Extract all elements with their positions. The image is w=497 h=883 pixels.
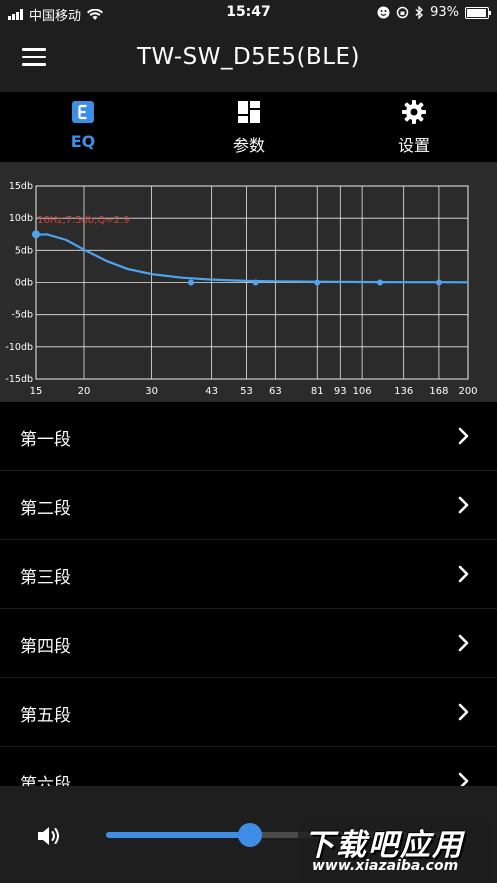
eq-chart[interactable]: 15db 10db 5db 0db -5db -10db -15db 15 20 30 43 53 63… xyxy=(0,162,497,402)
battery-percent: 93% xyxy=(430,5,459,20)
eq-band-point xyxy=(314,279,321,286)
volume-slider-thumb[interactable] xyxy=(238,823,262,847)
eq-chart-plot[interactable]: 15db 10db 5db 0db -5db -10db -15db15 20 30 43 53 63… xyxy=(0,162,497,402)
gear-icon xyxy=(402,100,426,124)
band-row-label: 第二段 xyxy=(20,499,71,519)
watermark-url: www.xiazaiba.com xyxy=(312,858,459,874)
status-right: 93% xyxy=(377,5,491,20)
y-tick-label: -10db xyxy=(5,342,33,353)
x-tick-label: 200 xyxy=(458,386,477,397)
eq-band-point xyxy=(252,279,259,286)
band-annotation: 16Hz,7.5db,Q=2.9 xyxy=(37,215,130,226)
x-tick-label: 53 xyxy=(240,386,253,397)
speaker-icon[interactable] xyxy=(36,824,62,848)
x-tick-label: 81 xyxy=(311,386,324,397)
x-tick-label: 15 xyxy=(30,386,43,397)
eq-band-point xyxy=(32,230,40,239)
band-row-label: 第五段 xyxy=(20,706,71,726)
band-row[interactable]: 第四段 xyxy=(0,609,497,678)
chevron-right-icon xyxy=(458,634,469,652)
y-tick-label: 10db xyxy=(9,213,33,224)
tab-params[interactable]: 参数 xyxy=(166,92,332,162)
band-row-label: 第四段 xyxy=(20,637,71,657)
tab-bar: EQ 参数 设置 xyxy=(0,92,497,162)
band-row-label: 第三段 xyxy=(20,568,71,588)
band-row[interactable]: 第一段 xyxy=(0,402,497,471)
eq-band-point xyxy=(377,279,384,286)
chevron-right-icon xyxy=(458,565,469,583)
band-row[interactable]: 第二段 xyxy=(0,471,497,540)
chevron-right-icon xyxy=(458,427,469,445)
band-row[interactable]: 第三段 xyxy=(0,540,497,609)
x-tick-label: 20 xyxy=(78,386,91,397)
chevron-right-icon xyxy=(458,703,469,721)
x-tick-label: 43 xyxy=(205,386,218,397)
y-tick-label: -5db xyxy=(11,310,33,321)
volume-slider-fill xyxy=(106,832,250,838)
device-title: TW-SW_D5E5(BLE) xyxy=(136,44,361,70)
orientation-lock-icon xyxy=(396,6,409,19)
eq-response-curve xyxy=(35,233,469,284)
eq-band-point xyxy=(188,279,195,286)
eq-band-point xyxy=(435,279,442,286)
battery-icon xyxy=(465,6,491,19)
status-bar: 中国移动 15:47 93% xyxy=(0,0,497,26)
x-tick-label: 93 xyxy=(334,386,347,397)
y-tick-label: 0db xyxy=(15,278,33,289)
x-tick-label: 168 xyxy=(429,386,448,397)
bluetooth-icon xyxy=(415,6,424,19)
tab-settings-label: 设置 xyxy=(397,136,430,155)
band-list: 第一段 第二段 第三段 第四段 第五段 第六段 xyxy=(0,402,497,816)
app-header: TW-SW_D5E5(BLE) xyxy=(0,26,497,92)
tab-params-label: 参数 xyxy=(232,136,265,155)
y-tick-label: 15db xyxy=(9,181,33,192)
x-tick-label: 63 xyxy=(269,386,282,397)
x-tick-label: 30 xyxy=(145,386,158,397)
chevron-right-icon xyxy=(458,496,469,514)
x-tick-label: 136 xyxy=(394,386,413,397)
band-row-label: 第一段 xyxy=(20,430,71,450)
tab-eq[interactable]: EQ xyxy=(0,92,166,162)
y-tick-label: 5db xyxy=(15,245,33,256)
tab-eq-label: EQ xyxy=(70,132,96,151)
dashboard-icon xyxy=(238,101,260,123)
x-tick-label: 106 xyxy=(353,386,372,397)
face-icon xyxy=(377,6,390,19)
y-tick-label: -15db xyxy=(5,374,33,385)
watermark: 下载吧应用 www.xiazaiba.com xyxy=(298,820,494,880)
band-row[interactable]: 第五段 xyxy=(0,678,497,747)
tab-settings[interactable]: 设置 xyxy=(331,92,497,162)
eq-icon xyxy=(72,101,94,123)
